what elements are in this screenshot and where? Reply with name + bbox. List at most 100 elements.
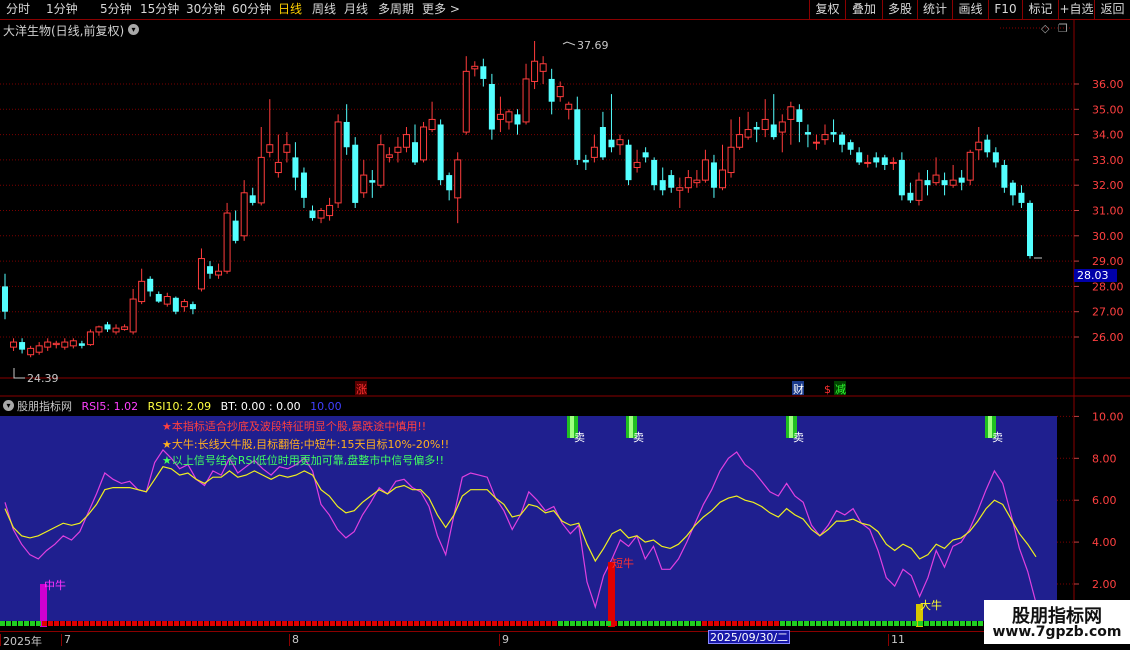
toolbar-button-8[interactable]: 返回 xyxy=(1094,0,1130,19)
price-tick-label: 31.00 xyxy=(1092,205,1124,218)
candle-body xyxy=(352,144,359,203)
toolbar-button-2[interactable]: 多股 xyxy=(882,0,917,19)
candle-body xyxy=(873,157,880,163)
tab-period-7[interactable]: 周线 xyxy=(312,2,336,17)
candle-body xyxy=(240,192,248,237)
indicator-name[interactable]: 股朋指标网 xyxy=(17,400,72,413)
toolbar-button-4[interactable]: 画线 xyxy=(952,0,988,19)
high-marker-line xyxy=(562,41,576,46)
diamond-icon[interactable]: ◇ xyxy=(1041,22,1049,35)
tab-period-8[interactable]: 月线 xyxy=(344,2,368,17)
strip-cell xyxy=(846,621,851,626)
strip-cell xyxy=(390,621,395,626)
strip-cell xyxy=(606,621,611,626)
tab-period-0[interactable]: 分时 xyxy=(6,2,30,17)
candle-body xyxy=(207,266,213,274)
rsi5-readout: RSI5: 1.02 xyxy=(81,400,139,413)
candle-body xyxy=(847,142,854,150)
toolbar-button-3[interactable]: 统计 xyxy=(917,0,952,19)
strip-cell xyxy=(942,621,947,626)
candle-body xyxy=(138,280,146,303)
strip-cell xyxy=(876,621,881,626)
bt-readout: BT: 0.00 : 0.00 xyxy=(220,400,301,413)
strip-cell xyxy=(126,621,131,626)
chart-canvas[interactable]: 卖 卖 卖 卖中牛 短牛大牛 26.00 27.00 28.00 29.00 30.00 31.0… xyxy=(0,20,1130,631)
candle-body xyxy=(975,141,983,151)
toolbar-button-7[interactable]: +自选 xyxy=(1058,0,1094,19)
signal-strip xyxy=(0,621,1061,626)
tab-period-3[interactable]: 15分钟 xyxy=(140,2,179,17)
candle-body xyxy=(753,127,760,130)
toolbar-button-1[interactable]: 叠加 xyxy=(845,0,882,19)
watermark: 股朋指标网 www.7gpzb.com xyxy=(984,600,1130,644)
date-cursor-label: 2025/09/30/二 xyxy=(708,630,790,644)
tab-period-4[interactable]: 30分钟 xyxy=(186,2,225,17)
indicator-tick-label: 6.00 xyxy=(1092,494,1117,507)
low-marker-label: 24.39 xyxy=(27,372,59,385)
strip-cell xyxy=(792,621,797,626)
candle-body xyxy=(112,327,120,333)
toolbar-button-6[interactable]: 标记 xyxy=(1022,0,1058,19)
strip-cell xyxy=(906,621,911,626)
strip-cell xyxy=(762,621,767,626)
candle-body xyxy=(78,343,85,346)
strip-cell xyxy=(234,621,239,626)
strip-cell xyxy=(300,621,305,626)
candle-body xyxy=(454,159,462,199)
strip-cell xyxy=(582,621,587,626)
strip-cell xyxy=(612,621,617,626)
strip-cell xyxy=(954,621,959,626)
toolbar-button-0[interactable]: 复权 xyxy=(809,0,845,19)
strip-cell xyxy=(474,621,479,626)
strip-cell xyxy=(588,621,593,626)
candle-body xyxy=(590,146,598,158)
strip-cell xyxy=(168,621,173,626)
candle-body xyxy=(223,212,231,272)
strip-cell xyxy=(690,621,695,626)
tab-period-6[interactable]: 日线 xyxy=(278,2,302,17)
chevron-down-icon[interactable]: ▾ xyxy=(128,24,139,35)
strip-cell xyxy=(150,621,155,626)
strip-cell xyxy=(900,621,905,626)
strip-cell xyxy=(306,621,311,626)
strip-cell xyxy=(384,621,389,626)
candle-body xyxy=(668,175,675,188)
strip-cell xyxy=(402,621,407,626)
strip-cell xyxy=(30,621,35,626)
indicator-tick-label: 8.00 xyxy=(1092,452,1117,465)
candle-body xyxy=(420,126,428,161)
candle-body xyxy=(676,187,684,191)
candle-body xyxy=(787,106,795,120)
candle-body xyxy=(881,157,888,165)
price-tick-label: 33.00 xyxy=(1092,154,1124,167)
indicator-background xyxy=(0,416,1057,621)
strip-cell xyxy=(912,621,917,626)
strip-cell xyxy=(60,621,65,626)
tab-period-9[interactable]: 多周期 xyxy=(378,2,414,17)
toolbar-button-5[interactable]: F10 xyxy=(988,0,1022,19)
strip-cell xyxy=(822,621,827,626)
buy-signal-label: 中牛 xyxy=(44,578,66,592)
chevron-down-icon[interactable]: ▾ xyxy=(3,400,14,411)
candle-body xyxy=(1009,182,1016,196)
candle-body xyxy=(693,179,701,184)
window-icon[interactable]: ❐ xyxy=(1058,22,1068,35)
tab-period-1[interactable]: 1分钟 xyxy=(46,2,78,17)
strip-cell xyxy=(918,621,923,626)
candle-body xyxy=(642,152,649,158)
tab-period-2[interactable]: 5分钟 xyxy=(100,2,132,17)
strip-cell xyxy=(618,621,623,626)
candle-body xyxy=(1018,192,1025,203)
tab-period-5[interactable]: 60分钟 xyxy=(232,2,271,17)
candle-body xyxy=(710,162,717,188)
strip-cell xyxy=(246,621,251,626)
strip-cell xyxy=(636,621,641,626)
strip-cell xyxy=(288,621,293,626)
tab-period-10[interactable]: 更多 > xyxy=(422,2,460,17)
indicator-tick-label: 2.00 xyxy=(1092,578,1117,591)
sell-signal-label: 卖 xyxy=(793,431,804,444)
strip-cell xyxy=(726,621,731,626)
strip-cell xyxy=(480,621,485,626)
candle-body xyxy=(539,63,547,72)
candle-body xyxy=(121,326,129,330)
